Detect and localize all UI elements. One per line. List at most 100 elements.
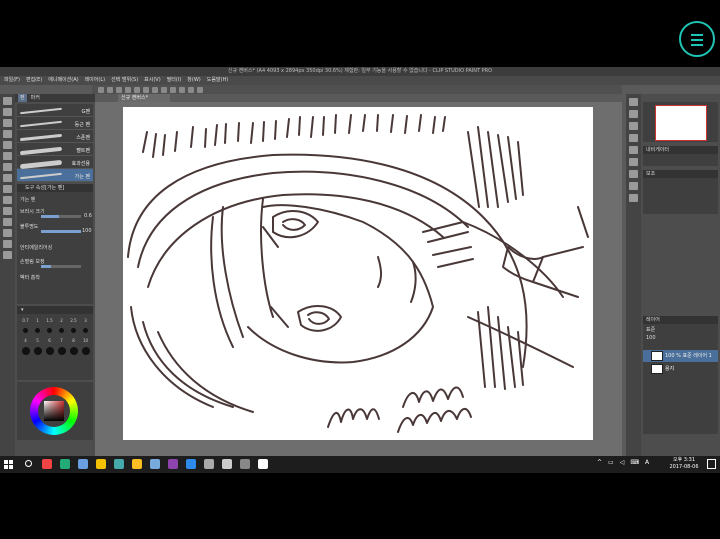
size-preset[interactable]: 2 [56,316,67,325]
taskbar-app-icon[interactable] [132,459,142,469]
save-icon[interactable] [125,86,131,93]
search-icon[interactable] [25,460,32,467]
tab-marker[interactable]: 마커 [31,94,40,102]
lasso-tool-icon[interactable] [3,130,12,138]
subview-icon[interactable] [629,110,638,118]
fill-tool-icon[interactable] [3,207,12,215]
taskbar-app-icon[interactable] [186,459,196,469]
size-preset[interactable]: 0.7 [20,316,31,325]
size-preset-dot[interactable] [32,326,43,335]
size-preset[interactable]: 1 [32,316,43,325]
hamburger-menu-button[interactable] [679,21,715,57]
size-preset-dot[interactable] [20,346,31,355]
move-tool-icon[interactable] [3,108,12,116]
chevron-up-icon[interactable]: ^ [597,459,602,466]
size-preset[interactable]: 10 [80,336,91,345]
taskbar-app-icon[interactable] [222,459,232,469]
new-icon[interactable] [107,86,113,93]
size-preset-dot[interactable] [56,346,67,355]
size-preset-dot[interactable] [44,326,55,335]
saturation-value-square[interactable] [44,401,64,421]
info-icon[interactable] [629,122,638,130]
taskbar-app-icon[interactable] [168,459,178,469]
navigator-icon[interactable] [629,98,638,106]
opacity-slider[interactable] [41,230,81,233]
brush-tool-icon[interactable] [3,174,12,182]
size-preset-dot[interactable] [68,326,79,335]
menu-animation[interactable]: 애니메이션(A) [48,76,78,85]
size-preset[interactable]: 7 [56,336,67,345]
taskbar-app-icon[interactable] [96,459,106,469]
menu-file[interactable]: 파일(F) [4,76,20,85]
brush-item[interactable]: 펠트펜 [17,143,93,156]
size-preset-dot[interactable] [80,346,91,355]
size-preset-dot[interactable] [56,326,67,335]
document-tab[interactable]: 신규 캔버스* [118,94,170,102]
size-preset[interactable]: 2.5 [68,316,79,325]
shape-tool-icon[interactable] [3,229,12,237]
drawing-canvas[interactable] [123,107,593,440]
volume-icon[interactable]: ◁ [620,459,625,466]
taskbar-app-icon[interactable] [60,459,70,469]
taskbar-app-icon[interactable] [150,459,160,469]
select-tool-icon[interactable] [3,119,12,127]
keyboard-icon[interactable]: ⌨ [630,459,639,466]
pencil-tool-icon[interactable] [3,163,12,171]
size-preset-dot[interactable] [44,346,55,355]
open-icon[interactable] [116,86,122,93]
color-icon[interactable] [629,134,638,142]
stabilization-slider[interactable] [41,265,81,268]
input-language[interactable]: A [645,459,649,466]
deselect-icon[interactable] [170,86,176,93]
taskbar-app-icon[interactable] [258,459,268,469]
transform-icon[interactable] [161,86,167,93]
navigator-thumbnail[interactable] [655,105,707,141]
brush-item[interactable]: G펜 [17,104,93,117]
text-tool-icon[interactable] [3,240,12,248]
brush-item-selected[interactable]: 가는 펜 [17,169,93,182]
menu-help[interactable]: 도움말(H) [207,76,228,85]
menu-selection[interactable]: 선택 범위(S) [111,76,138,85]
brush-item[interactable]: 스푼펜 [17,130,93,143]
size-preset[interactable]: 4 [20,336,31,345]
snap-icon[interactable] [188,86,194,93]
ruler-tool-icon[interactable] [3,251,12,259]
taskbar-app-icon[interactable] [240,459,250,469]
palette-icon[interactable] [629,146,638,154]
size-preset[interactable]: 8 [68,336,79,345]
pen-tool-icon[interactable] [3,152,12,160]
material-icon[interactable] [629,170,638,178]
layer-prop-icon[interactable] [629,182,638,190]
windows-start-icon[interactable] [4,460,13,469]
history-icon[interactable] [629,158,638,166]
menu-layer[interactable]: 레이어(L) [85,76,106,85]
eyedropper-tool-icon[interactable] [3,141,12,149]
clock[interactable]: 오후 3:31 2017-08-06 [664,457,704,471]
taskbar-app-icon[interactable] [78,459,88,469]
size-preset[interactable]: 5 [32,336,43,345]
layer-item-selected[interactable]: 100 % 표준 레이어 1 [643,350,718,362]
search-icon[interactable] [629,194,638,202]
undo-icon[interactable] [134,86,140,93]
size-preset-dot[interactable] [20,326,31,335]
home-icon[interactable] [98,86,104,93]
tab-pen[interactable]: 펜 [18,94,27,102]
size-preset-dot[interactable] [68,346,79,355]
size-slider[interactable] [41,215,81,218]
size-preset[interactable]: 3 [80,316,91,325]
gradient-tool-icon[interactable] [3,218,12,226]
notification-icon[interactable] [707,459,716,469]
eraser-tool-icon[interactable] [3,196,12,204]
brush-item[interactable]: 효과선용 [17,156,93,170]
size-preset[interactable]: 1.5 [44,316,55,325]
airbrush-tool-icon[interactable] [3,185,12,193]
menu-filter[interactable]: 필터(I) [167,76,182,85]
fill-icon[interactable] [179,86,185,93]
menu-window[interactable]: 창(W) [187,76,200,85]
zoom-tool-icon[interactable] [3,97,12,105]
layer-item-paper[interactable]: 용지 [643,363,718,375]
size-preset[interactable]: 6 [44,336,55,345]
redo-icon[interactable] [143,86,149,93]
layer-opacity[interactable]: 100 [643,335,718,341]
size-preset-dot[interactable] [32,346,43,355]
